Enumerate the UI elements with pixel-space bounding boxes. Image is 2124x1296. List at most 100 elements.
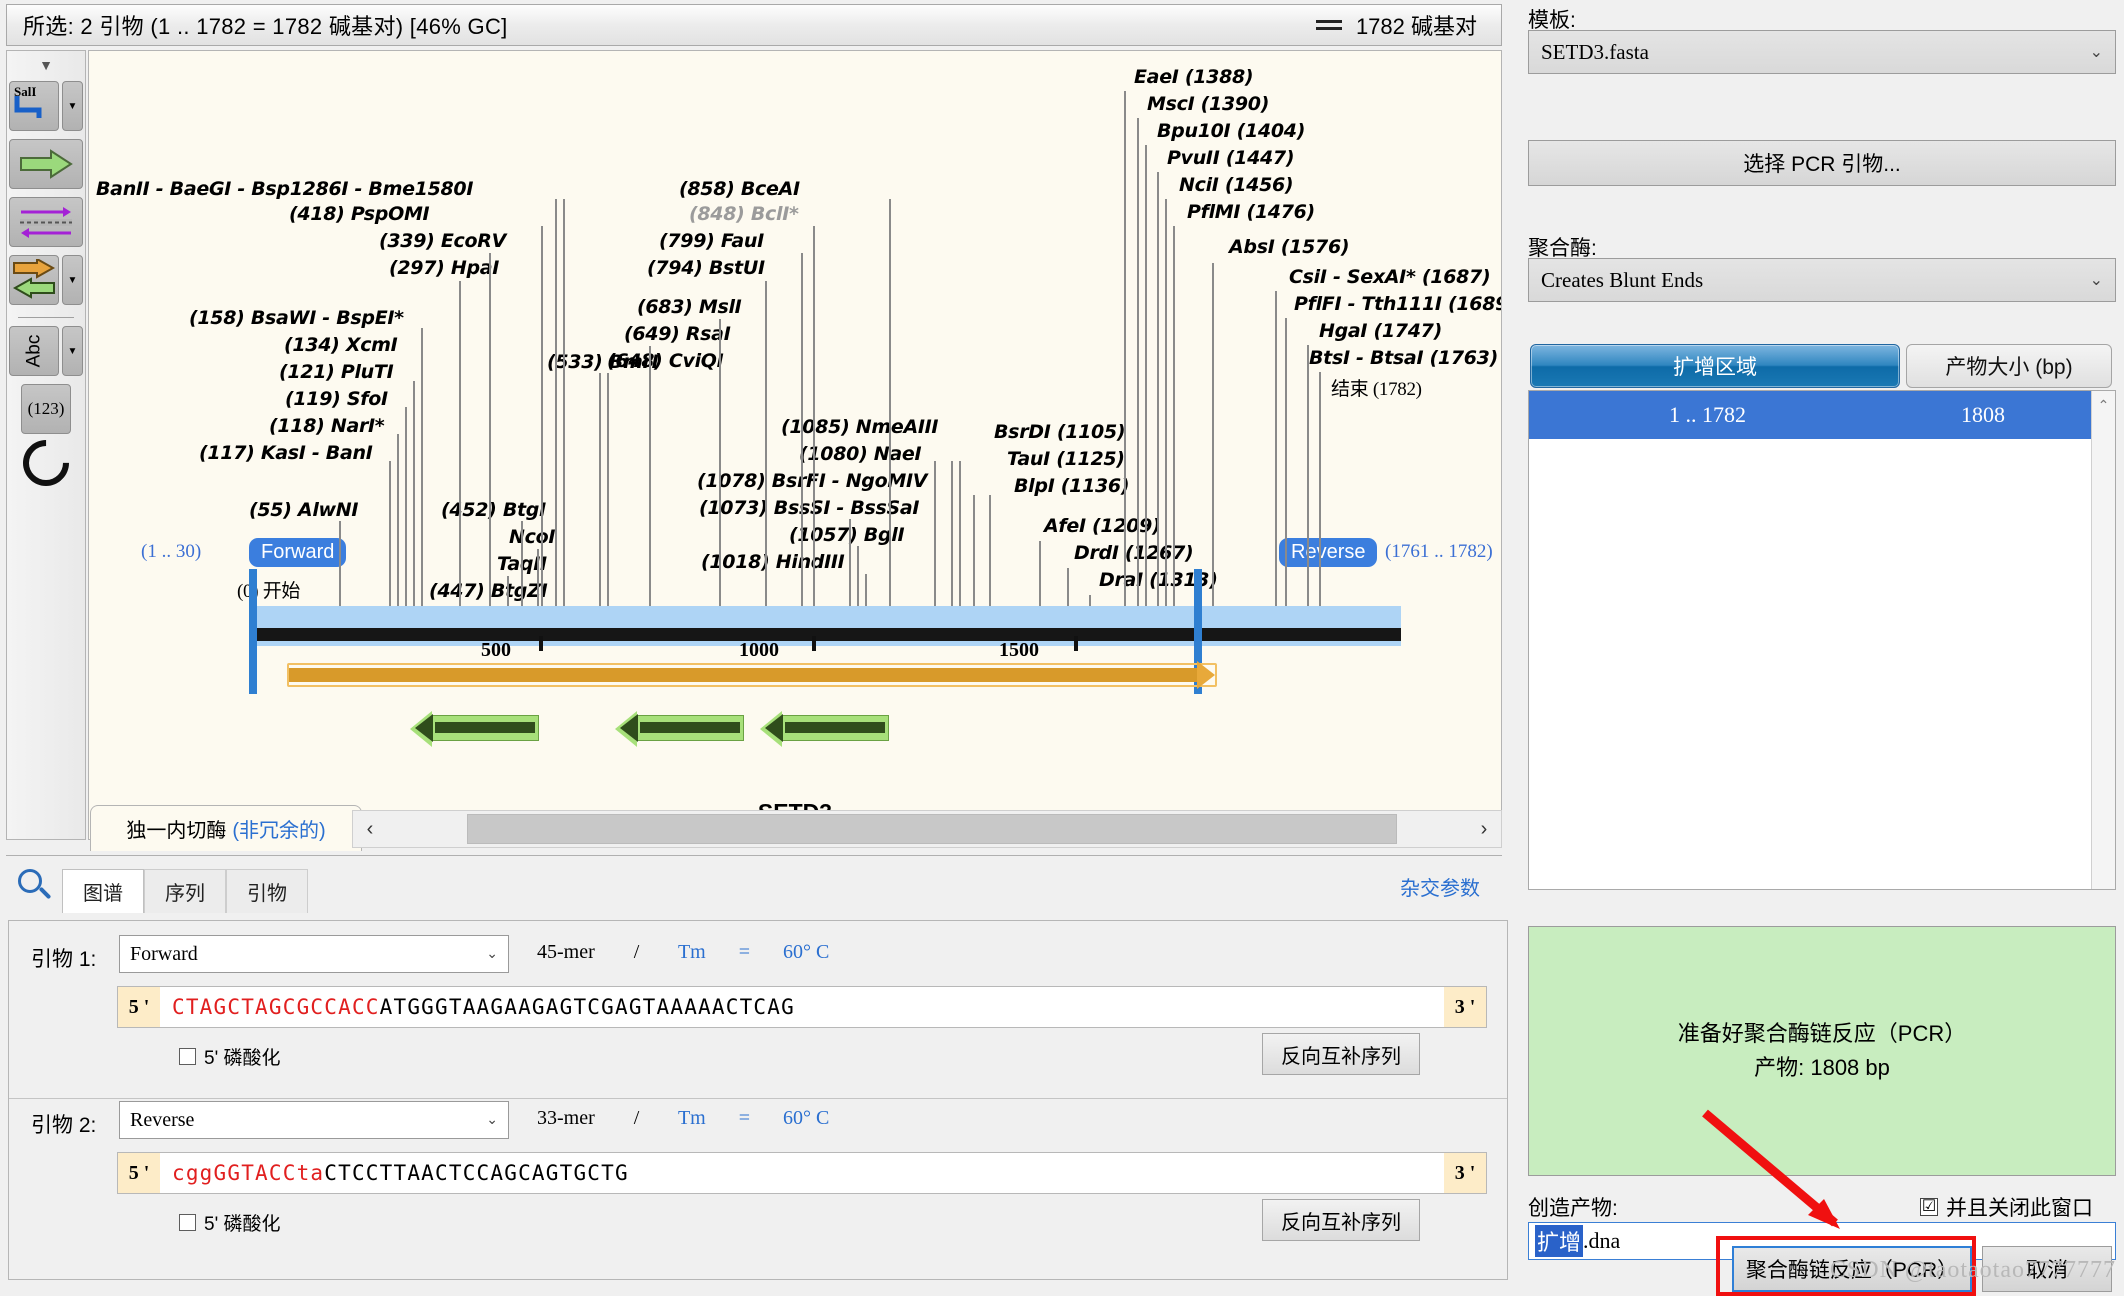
enzyme-label[interactable]: PflMI (1476) bbox=[1187, 201, 1315, 223]
enzyme-label[interactable]: (648) CviQI bbox=[607, 350, 724, 372]
feature-arrow[interactable] bbox=[410, 711, 539, 747]
primer-pair-tool-button[interactable] bbox=[9, 197, 83, 247]
enzyme-label[interactable]: (118) NarI* bbox=[269, 415, 385, 437]
primer2-phosphorylation-checkbox[interactable] bbox=[179, 1214, 196, 1231]
feature-tool-button[interactable] bbox=[9, 139, 83, 189]
numbers-tool-button[interactable]: (123) bbox=[21, 384, 71, 434]
tab-map[interactable]: 图谱 bbox=[62, 869, 144, 913]
circular-linear-toggle-icon[interactable] bbox=[13, 430, 79, 496]
enzyme-label[interactable]: BsrDI (1105) bbox=[994, 421, 1126, 443]
enzyme-label[interactable]: (452) BtgI bbox=[441, 499, 546, 521]
primer1-revcomp-button[interactable]: 反向互补序列 bbox=[1262, 1033, 1420, 1075]
enzyme-label[interactable]: (794) BstUI bbox=[647, 257, 765, 279]
primer2-revcomp-button[interactable]: 反向互补序列 bbox=[1262, 1199, 1420, 1241]
primer2-three-prime-cap: 3 ' bbox=[1444, 1153, 1486, 1193]
feature-arrow[interactable] bbox=[615, 711, 744, 747]
feature-arrow[interactable] bbox=[760, 711, 889, 747]
enzyme-label[interactable]: NciI (1456) bbox=[1179, 174, 1294, 196]
enzyme-label[interactable]: I - BanII - BaeGI - Bsp1286I - Bme1580I bbox=[89, 178, 473, 200]
enzyme-label[interactable]: (1057) BglI bbox=[789, 524, 905, 546]
enzyme-label[interactable]: BlpI (1136) bbox=[1014, 475, 1130, 497]
tab-sequence[interactable]: 序列 bbox=[144, 869, 226, 913]
enzyme-label[interactable]: NcoI bbox=[509, 526, 555, 548]
forward-primer-range: (1 .. 30) bbox=[141, 541, 202, 562]
forward-primer-chip[interactable]: Forward bbox=[249, 538, 347, 567]
enzyme-label[interactable]: HgaI (1747) bbox=[1319, 320, 1442, 342]
enzyme-label[interactable]: (1080) NaeI bbox=[799, 443, 922, 465]
toolbar-collapse-caret[interactable]: ▼ bbox=[7, 51, 85, 73]
text-tool-dropdown[interactable]: ▼ bbox=[62, 326, 83, 376]
scroll-right-arrow[interactable]: › bbox=[1467, 818, 1501, 841]
amplicon-list-scrollbar[interactable]: ⌃ bbox=[2091, 391, 2115, 889]
primer2-name-select[interactable]: Reverse ⌄ bbox=[119, 1101, 509, 1139]
enzyme-label[interactable]: (418) PspOMI bbox=[289, 203, 430, 225]
enzyme-label[interactable]: (339) EcoRV bbox=[379, 230, 506, 252]
enzyme-label[interactable]: (683) MslI bbox=[637, 296, 742, 318]
enzyme-label[interactable]: (858) BceAI bbox=[679, 178, 800, 200]
enzyme-label[interactable]: (1018) HindIII bbox=[701, 551, 845, 573]
template-select[interactable]: SETD3.fasta ⌄ bbox=[1528, 30, 2116, 74]
primer1-name-value: Forward bbox=[130, 942, 198, 965]
primer1-phosphorylation-row[interactable]: 5' 磷酸化 bbox=[179, 1043, 280, 1070]
enzyme-label[interactable]: MscI (1390) bbox=[1147, 93, 1269, 115]
orientation-tool-button[interactable] bbox=[9, 255, 59, 305]
tab-product-size[interactable]: 产物大小 (bp) bbox=[1906, 344, 2112, 388]
text-tool-button[interactable]: Abc bbox=[9, 326, 59, 376]
enzyme-label[interactable]: PflFI - Tth111I (1689) bbox=[1294, 293, 1501, 315]
enzyme-label[interactable]: DrdI (1267) bbox=[1074, 542, 1194, 564]
primer1-tm-equals: = bbox=[738, 941, 751, 963]
enzyme-label[interactable]: BtsI - BtsaI (1763) bbox=[1309, 347, 1498, 369]
enzyme-label[interactable]: (119) SfoI bbox=[285, 388, 388, 410]
primer2-tm-value: 60° C bbox=[783, 1107, 830, 1129]
selection-left-handle[interactable] bbox=[249, 569, 257, 694]
enzyme-tool-button[interactable]: SalI bbox=[9, 81, 59, 131]
choose-pcr-primers-button[interactable]: 选择 PCR 引物... bbox=[1528, 140, 2116, 186]
primer2-phosphorylation-row[interactable]: 5' 磷酸化 bbox=[179, 1209, 280, 1236]
enzyme-label[interactable]: (297) HpaI bbox=[389, 257, 499, 279]
primer1-phosphorylation-checkbox[interactable] bbox=[179, 1048, 196, 1065]
scroll-left-arrow[interactable]: ‹ bbox=[353, 818, 387, 841]
amplicon-list-row[interactable]: 1 .. 1782 1808 bbox=[1529, 391, 2091, 439]
enzyme-label[interactable]: (55) AlwNI bbox=[249, 499, 358, 521]
enzyme-label[interactable]: Bpu10I (1404) bbox=[1157, 120, 1305, 142]
two-arrows-icon bbox=[12, 259, 56, 299]
hybridization-parameters-link[interactable]: 杂交参数 bbox=[1400, 872, 1480, 901]
amplicon-list[interactable] bbox=[1528, 390, 2116, 890]
primer2-sequence-box[interactable]: 5 ' cggGGTACCta CTCCTTAACTCCAGCAGTGCTG 3 … bbox=[117, 1152, 1487, 1194]
reverse-primer-chip[interactable]: Reverse bbox=[1279, 538, 1378, 567]
tab-amplified-region[interactable]: 扩增区域 bbox=[1530, 344, 1900, 388]
primer2-sequence[interactable]: cggGGTACCta CTCCTTAACTCCAGCAGTGCTG bbox=[160, 1153, 1444, 1193]
enzyme-label[interactable]: (158) BsaWI - BspEI* bbox=[189, 307, 404, 329]
primer1-sequence-box[interactable]: 5 ' CTAGCTAGCGCCACC ATGGGTAAGAAGAGTCGAGTA… bbox=[117, 986, 1487, 1028]
close-window-checkbox[interactable]: ☑ bbox=[1920, 1198, 1938, 1216]
scroll-thumb[interactable] bbox=[467, 814, 1397, 844]
enzyme-label[interactable]: (1085) NmeAIII bbox=[781, 416, 938, 438]
enzyme-label[interactable]: (117) KasI - BanI bbox=[199, 442, 373, 464]
enzyme-label[interactable]: (1073) BssSI - BssSaI bbox=[699, 497, 920, 519]
enzyme-label[interactable]: (134) XcmI bbox=[284, 334, 398, 356]
enzyme-label[interactable]: (799) FauI bbox=[659, 230, 764, 252]
map-horizontal-scrollbar[interactable]: ‹ › bbox=[352, 810, 1502, 848]
polymerase-select[interactable]: Creates Blunt Ends ⌄ bbox=[1528, 258, 2116, 302]
orientation-tool-dropdown[interactable]: ▼ bbox=[62, 255, 83, 305]
plasmid-map[interactable]: I - BanII - BaeGI - Bsp1286I - Bme1580I … bbox=[88, 50, 1502, 840]
enzyme-label[interactable]: CsiI - SexAI* (1687) bbox=[1289, 266, 1491, 288]
enzyme-label[interactable]: TauI (1125) bbox=[1007, 448, 1125, 470]
tab-primers[interactable]: 引物 bbox=[226, 869, 308, 913]
ruler-tick-mark bbox=[812, 636, 816, 651]
primer1-name-select[interactable]: Forward ⌄ bbox=[119, 935, 509, 973]
enzyme-label[interactable]: AfeI (1209) bbox=[1044, 515, 1161, 537]
enzyme-label[interactable]: (848) BclI* bbox=[689, 203, 799, 225]
enzyme-label[interactable]: (121) PluTI bbox=[279, 361, 394, 383]
enzyme-label[interactable]: EaeI (1388) bbox=[1134, 66, 1254, 88]
primer1-sequence[interactable]: CTAGCTAGCGCCACC ATGGGTAAGAAGAGTCGAGTAAAAA… bbox=[160, 987, 1444, 1027]
enzyme-label[interactable]: PvuII (1447) bbox=[1167, 147, 1295, 169]
enzyme-label[interactable]: (649) RsaI bbox=[624, 323, 731, 345]
amplicon-arrow[interactable] bbox=[289, 661, 1215, 689]
tab-sequence-label: 序列 bbox=[165, 883, 205, 905]
search-icon[interactable] bbox=[16, 867, 56, 907]
enzyme-tool-dropdown[interactable]: ▼ bbox=[62, 81, 83, 131]
enzyme-label[interactable]: AbsI (1576) bbox=[1229, 236, 1350, 258]
close-window-checkbox-row[interactable]: ☑ 并且关闭此窗口 bbox=[1920, 1192, 2093, 1222]
enzyme-set-tab[interactable]: 独一内切酶 (非冗余的) bbox=[90, 805, 362, 851]
